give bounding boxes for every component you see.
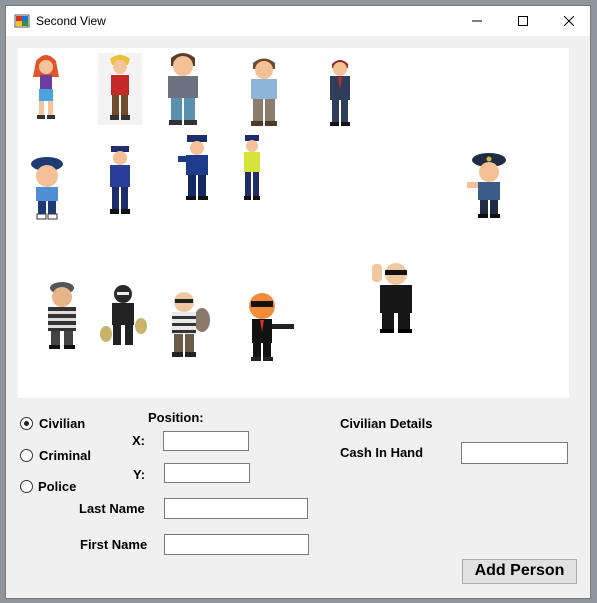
- criminal-bodyguard-icon[interactable]: [370, 258, 422, 334]
- civilian-radio[interactable]: [20, 417, 33, 430]
- details-title: Civilian Details: [340, 416, 433, 431]
- police-woman-icon[interactable]: [102, 144, 138, 216]
- y-input[interactable]: [164, 463, 250, 483]
- last-name-label: Last Name: [79, 501, 145, 516]
- police-radio[interactable]: [20, 480, 33, 493]
- window-title: Second View: [36, 14, 106, 28]
- criminal-robber-icon[interactable]: [164, 290, 210, 360]
- first-name-label: First Name: [80, 537, 148, 552]
- police-chief-icon[interactable]: [465, 152, 509, 220]
- cash-in-hand-label: Cash In Hand: [340, 445, 424, 460]
- title-bar[interactable]: Second View: [6, 6, 590, 36]
- close-button[interactable]: [546, 6, 592, 36]
- last-name-input[interactable]: [164, 498, 308, 519]
- minimize-icon: [472, 20, 482, 22]
- police-officer-icon[interactable]: [176, 134, 216, 202]
- police-radio-label[interactable]: Police: [38, 479, 76, 494]
- criminal-radio[interactable]: [20, 449, 33, 462]
- criminal-masked-icon[interactable]: [244, 292, 300, 362]
- civilian-radio-label[interactable]: Civilian: [39, 416, 85, 431]
- minimize-button[interactable]: [454, 6, 500, 36]
- y-label: Y:: [133, 467, 146, 482]
- add-person-button[interactable]: Add Person: [462, 559, 577, 584]
- police-traffic-icon[interactable]: [240, 134, 264, 202]
- cash-in-hand-input[interactable]: [461, 442, 568, 464]
- maximize-icon: [518, 16, 528, 26]
- characters-panel[interactable]: [18, 48, 569, 398]
- criminal-radio-label[interactable]: Criminal: [39, 448, 91, 463]
- civilian-businessman-icon[interactable]: [322, 56, 358, 128]
- civilian-man-icon[interactable]: [158, 50, 208, 126]
- x-label: X:: [132, 433, 145, 448]
- civilian-girl-icon[interactable]: [26, 53, 66, 123]
- police-kid-icon[interactable]: [28, 156, 66, 220]
- position-label: Position:: [148, 410, 204, 425]
- maximize-button[interactable]: [500, 6, 546, 36]
- civilian-man-2-icon[interactable]: [240, 55, 288, 127]
- criminal-bags-icon[interactable]: [98, 282, 148, 352]
- first-name-input[interactable]: [164, 534, 309, 555]
- civilian-boy-icon[interactable]: [98, 53, 142, 125]
- close-icon: [564, 16, 574, 26]
- criminal-striped-icon[interactable]: [40, 280, 84, 350]
- x-input[interactable]: [163, 431, 249, 451]
- second-view-window: Second View Civilian Criminal Police Pos…: [5, 5, 591, 599]
- app-icon: [14, 14, 30, 28]
